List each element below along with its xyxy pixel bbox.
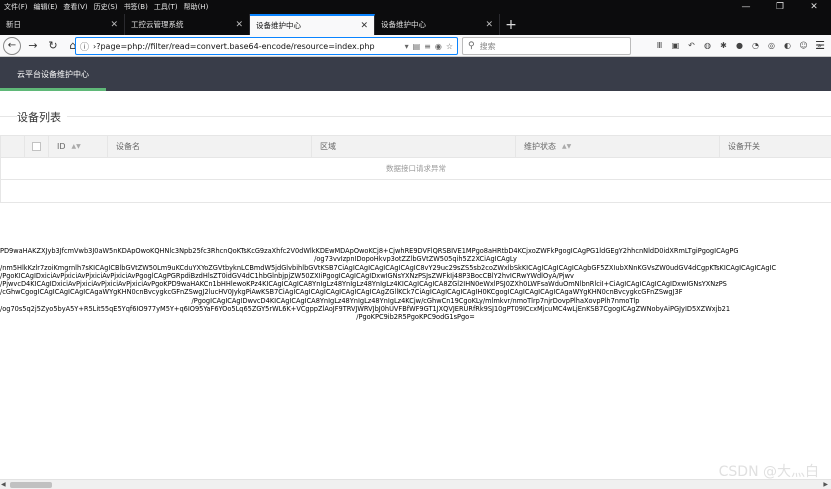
close-tab-icon[interactable]: ✕ — [110, 20, 118, 30]
sidebar-icon[interactable]: ▣ — [670, 38, 681, 52]
globe-icon[interactable]: ◉ — [435, 42, 442, 51]
menu-file[interactable]: 文件(F) — [4, 2, 28, 12]
browser-tab-active[interactable]: 设备维护中心 ✕ — [250, 14, 375, 35]
column-header-status[interactable]: 维护状态 ▲▼ — [516, 135, 720, 158]
library-icon[interactable]: Ⅲ — [654, 38, 665, 52]
reload-icon: ↻ — [48, 39, 58, 52]
sort-icon[interactable]: ▲▼ — [72, 143, 81, 150]
bookmark-star-icon[interactable]: ☆ — [446, 42, 453, 51]
url-tools: ▾ ▤ ≡ ◉ ☆ — [405, 42, 453, 51]
extension-icon[interactable]: ☺ — [798, 38, 809, 52]
tab-title: 设备维护中心 — [256, 21, 301, 30]
tab-strip: 新日 ✕ 工控云管理系统 ✕ 设备维护中心 ✕ 设备维护中心 ✕ + — [0, 14, 831, 35]
watermark: CSDN @大灬白 — [718, 464, 819, 480]
toolbar-icons: Ⅲ ▣ ↶ ◍ ✱ ● ◔ ◎ ◐ ☺ » — [654, 38, 825, 52]
menu-tools[interactable]: 工具(T) — [154, 2, 178, 12]
search-icon: ⚲ — [468, 41, 475, 51]
close-tab-icon[interactable]: ✕ — [360, 21, 368, 31]
scroll-right-icon[interactable]: ▶ — [823, 481, 828, 488]
close-tab-icon[interactable]: ✕ — [235, 20, 243, 30]
output-line: /nm5HlkKzlr7zoiKmgrnlh7sKICAgICBlbGVtZW5… — [0, 263, 777, 272]
reload-button[interactable]: ↻ — [43, 36, 63, 56]
nav-tab-device-center[interactable]: 云平台设备维护中心 — [0, 57, 106, 91]
row-number-column — [1, 135, 25, 158]
back-arrow-icon: ← — [7, 40, 17, 51]
output-line: /og70s5q2j5Zyo5byA5Y+R5Lit55qE5Yqf6IO977… — [0, 305, 731, 314]
menu-icon[interactable]: ☰ — [815, 39, 825, 52]
reader-view-icon[interactable]: ▤ — [413, 42, 421, 51]
forward-button[interactable]: → — [23, 36, 43, 56]
url-bar[interactable]: ⓘ ›?page=php://filter/read=convert.base6… — [75, 37, 458, 55]
output-line: /PgoKPC9ib2R5PgoKPC9odG1sPgo= — [356, 313, 475, 322]
output-line: PD9waHAKZXJyb3JfcmVwb3J0aW5nKDApOwoKQHNl… — [0, 247, 739, 255]
page-output-text: PD9waHAKZXJyb3JfcmVwb3J0aW5nKDApOwoKQHNl… — [0, 247, 831, 322]
sort-icon[interactable]: ▲▼ — [562, 143, 571, 150]
browser-tab[interactable]: 新日 ✕ — [0, 14, 125, 35]
extension-icon[interactable]: ◍ — [702, 38, 713, 52]
menu-edit[interactable]: 编辑(E) — [34, 2, 58, 12]
window-controls: — ❐ ✕ — [729, 0, 831, 14]
column-header-device-name: 设备名 — [108, 135, 312, 158]
extension-icon[interactable]: ● — [734, 38, 745, 52]
select-all-cell — [25, 135, 49, 158]
horizontal-scrollbar[interactable]: ◀ ▶ — [0, 479, 831, 489]
browser-tab[interactable]: 设备维护中心 ✕ — [375, 14, 500, 35]
dropdown-icon[interactable]: ▾ — [405, 42, 409, 51]
list-icon[interactable]: ≡ — [424, 42, 431, 51]
scrollbar-thumb[interactable] — [10, 482, 52, 488]
output-line: /PgogICAgICAgIDwvcD4KICAgICAgICA8YnIgLz4… — [191, 296, 640, 305]
info-icon[interactable]: ⓘ — [80, 40, 89, 53]
url-text[interactable]: ›?page=php://filter/read=convert.base64-… — [93, 42, 405, 51]
minimize-button[interactable]: — — [729, 0, 763, 14]
restore-button[interactable]: ❐ — [763, 0, 797, 14]
tab-title: 新日 — [6, 20, 21, 29]
device-table: ID ▲▼ 设备名 区域 维护状态 ▲▼ 设备开关 数据接口请求异常 — [0, 135, 831, 203]
menu-view[interactable]: 查看(V) — [63, 2, 87, 12]
navigation-bar: ← → ↻ ⌂ ⓘ ›?page=php://filter/read=conve… — [0, 35, 831, 57]
new-tab-button[interactable]: + — [500, 14, 522, 35]
extension-icon[interactable]: ✱ — [718, 38, 729, 52]
tab-title: 设备维护中心 — [381, 20, 426, 29]
back-button[interactable]: ← — [3, 36, 21, 55]
search-placeholder: 搜索 — [479, 41, 496, 51]
table-header: ID ▲▼ 设备名 区域 维护状态 ▲▼ 设备开关 — [1, 135, 831, 158]
extension-icon[interactable]: ◐ — [782, 38, 793, 52]
menu-bar: 文件(F) 编辑(E) 查看(V) 历史(S) 书签(B) 工具(T) 帮助(H… — [0, 2, 208, 12]
search-input[interactable]: ⚲ 搜索 — [462, 37, 631, 55]
output-line: /PjwvcD4KICAgIDxiciAvPjxiciAvPjxiciAvPjx… — [0, 280, 727, 289]
section-title: 设备列表 — [17, 109, 67, 125]
menu-history[interactable]: 历史(S) — [94, 2, 118, 12]
output-line: /cGhwCgogICAgICAgICAgICAgaWYgKHN0cnBvcyg… — [0, 288, 683, 297]
browser-tab[interactable]: 工控云管理系统 ✕ — [125, 14, 250, 35]
app-header: 云平台设备维护中心 — [0, 57, 831, 91]
column-header-id[interactable]: ID ▲▼ — [49, 135, 108, 158]
table-empty-message: 数据接口请求异常 — [1, 158, 831, 180]
menu-help[interactable]: 帮助(H) — [184, 2, 209, 12]
table-footer — [1, 180, 831, 202]
title-bar: 文件(F) 编辑(E) 查看(V) 历史(S) 书签(B) 工具(T) 帮助(H… — [0, 0, 831, 14]
close-tab-icon[interactable]: ✕ — [485, 20, 493, 30]
extension-icon[interactable]: ◎ — [766, 38, 777, 52]
extension-icon[interactable]: ◔ — [750, 38, 761, 52]
output-line: /PgoKICAgIDxiciAvPjxiciAvPjxiciAvPjxiciA… — [0, 271, 574, 280]
column-header-area: 区域 — [312, 135, 516, 158]
menu-bookmarks[interactable]: 书签(B) — [124, 2, 148, 12]
section-divider — [0, 116, 831, 117]
scroll-left-icon[interactable]: ◀ — [1, 481, 6, 488]
active-tab-indicator — [0, 88, 106, 91]
close-window-button[interactable]: ✕ — [797, 0, 831, 14]
select-all-checkbox[interactable] — [32, 142, 41, 151]
undo-icon[interactable]: ↶ — [686, 38, 697, 52]
output-line: /og73vvIzpnIDopoHkvp3otZZlbGVtZW505qih5Z… — [314, 255, 517, 264]
column-header-switch: 设备开关 — [728, 142, 760, 151]
forward-arrow-icon: → — [28, 39, 38, 52]
tab-title: 工控云管理系统 — [131, 20, 184, 29]
